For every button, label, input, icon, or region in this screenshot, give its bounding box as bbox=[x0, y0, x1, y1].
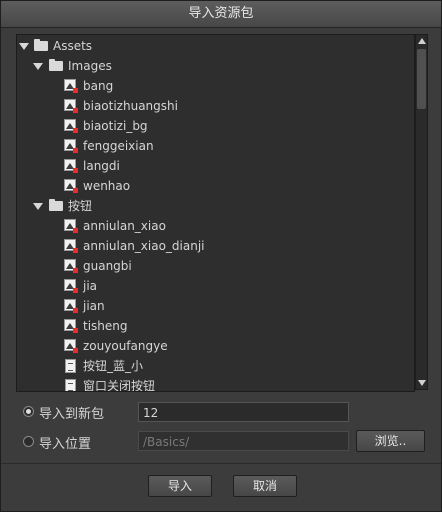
tree-row-buttons-folder[interactable]: 按钮 bbox=[17, 196, 412, 216]
tree-item-label: langdi bbox=[83, 159, 120, 173]
tree-row-asset[interactable]: zouyoufangye bbox=[17, 336, 412, 356]
image-icon bbox=[64, 119, 78, 133]
tree-item-label: fenggeixian bbox=[83, 139, 154, 153]
import-package-dialog: 导入资源包 Assets Images bang biaotizhuangshi… bbox=[0, 0, 442, 512]
tree-item-label: 按钮_蓝_小 bbox=[83, 359, 144, 373]
tree-item-label: bang bbox=[83, 79, 114, 93]
tree-item-label: guangbi bbox=[83, 259, 132, 273]
tree-item-label: jian bbox=[83, 299, 105, 313]
tree-row-asset[interactable]: bang bbox=[17, 76, 412, 96]
expand-arrow-icon[interactable] bbox=[33, 203, 43, 210]
image-icon bbox=[64, 139, 78, 153]
document-icon bbox=[65, 359, 76, 373]
scroll-down-arrow-icon[interactable] bbox=[418, 380, 426, 386]
new-package-radio[interactable] bbox=[23, 406, 34, 417]
tree-item-label: zouyoufangye bbox=[83, 339, 168, 353]
import-location-label: 导入位置 bbox=[39, 437, 92, 452]
tree-item-label: 窗口关闭按钮 bbox=[83, 379, 156, 392]
image-icon bbox=[64, 239, 78, 253]
new-package-label: 导入到新包 bbox=[39, 407, 105, 422]
footer-divider bbox=[1, 463, 441, 464]
tree-item-label: anniulan_xiao bbox=[83, 219, 166, 233]
folder-icon bbox=[49, 199, 63, 211]
tree-row-asset[interactable]: jia bbox=[17, 276, 412, 296]
tree-row-assets[interactable]: Assets bbox=[17, 36, 412, 56]
image-icon bbox=[64, 99, 78, 113]
image-icon bbox=[64, 159, 78, 173]
image-icon bbox=[64, 279, 78, 293]
import-location-radio[interactable] bbox=[23, 436, 34, 447]
tree-item-label: Images bbox=[68, 59, 112, 73]
tree-row-asset[interactable]: 按钮_蓝_小 bbox=[17, 356, 412, 376]
tree-row-asset[interactable]: biaotizi_bg bbox=[17, 116, 412, 136]
new-package-input[interactable]: 12 bbox=[138, 402, 349, 422]
image-icon bbox=[64, 319, 78, 333]
tree-item-label: jia bbox=[83, 279, 98, 293]
tree-row-asset[interactable]: anniulan_xiao bbox=[17, 216, 412, 236]
tree-row-asset[interactable]: jian bbox=[17, 296, 412, 316]
browse-button[interactable]: 浏览.. bbox=[356, 430, 425, 452]
tree-item-label: biaotizi_bg bbox=[83, 119, 148, 133]
tree-row-asset[interactable]: 窗口关闭按钮 bbox=[17, 376, 412, 392]
tree-row-asset[interactable]: biaotizhuangshi bbox=[17, 96, 412, 116]
image-icon bbox=[64, 299, 78, 313]
tree-row-asset[interactable]: fenggeixian bbox=[17, 136, 412, 156]
document-icon bbox=[65, 379, 76, 391]
tree-item-label: Assets bbox=[53, 39, 93, 53]
scroll-up-arrow-icon[interactable] bbox=[418, 38, 426, 44]
tree-item-label: tisheng bbox=[83, 319, 128, 333]
image-icon bbox=[64, 259, 78, 273]
scrollbar-thumb[interactable] bbox=[417, 49, 426, 109]
image-icon bbox=[64, 179, 78, 193]
tree-row-asset[interactable]: anniulan_xiao_dianji bbox=[17, 236, 412, 256]
image-icon bbox=[64, 219, 78, 233]
import-button[interactable]: 导入 bbox=[148, 475, 212, 497]
cancel-button[interactable]: 取消 bbox=[233, 475, 297, 497]
tree-row-asset[interactable]: langdi bbox=[17, 156, 412, 176]
folder-icon bbox=[49, 59, 63, 71]
tree-row-images[interactable]: Images bbox=[17, 56, 412, 76]
import-location-input[interactable]: /Basics/ bbox=[138, 431, 349, 451]
tree-item-label: anniulan_xiao_dianji bbox=[83, 239, 205, 253]
tree-item-label: 按钮 bbox=[68, 199, 93, 213]
tree-scrollbar[interactable] bbox=[415, 34, 428, 390]
expand-arrow-icon[interactable] bbox=[33, 63, 43, 70]
expand-arrow-icon[interactable] bbox=[19, 43, 29, 50]
tree-row-asset[interactable]: wenhao bbox=[17, 176, 412, 196]
folder-icon bbox=[34, 39, 48, 51]
tree-row-asset[interactable]: guangbi bbox=[17, 256, 412, 276]
dialog-title: 导入资源包 bbox=[1, 1, 441, 28]
tree-item-label: biaotizhuangshi bbox=[83, 99, 178, 113]
asset-tree[interactable]: Assets Images bang biaotizhuangshi biaot… bbox=[16, 34, 415, 392]
image-icon bbox=[64, 339, 78, 353]
tree-item-label: wenhao bbox=[83, 179, 131, 193]
tree-row-asset[interactable]: tisheng bbox=[17, 316, 412, 336]
image-icon bbox=[64, 79, 78, 93]
